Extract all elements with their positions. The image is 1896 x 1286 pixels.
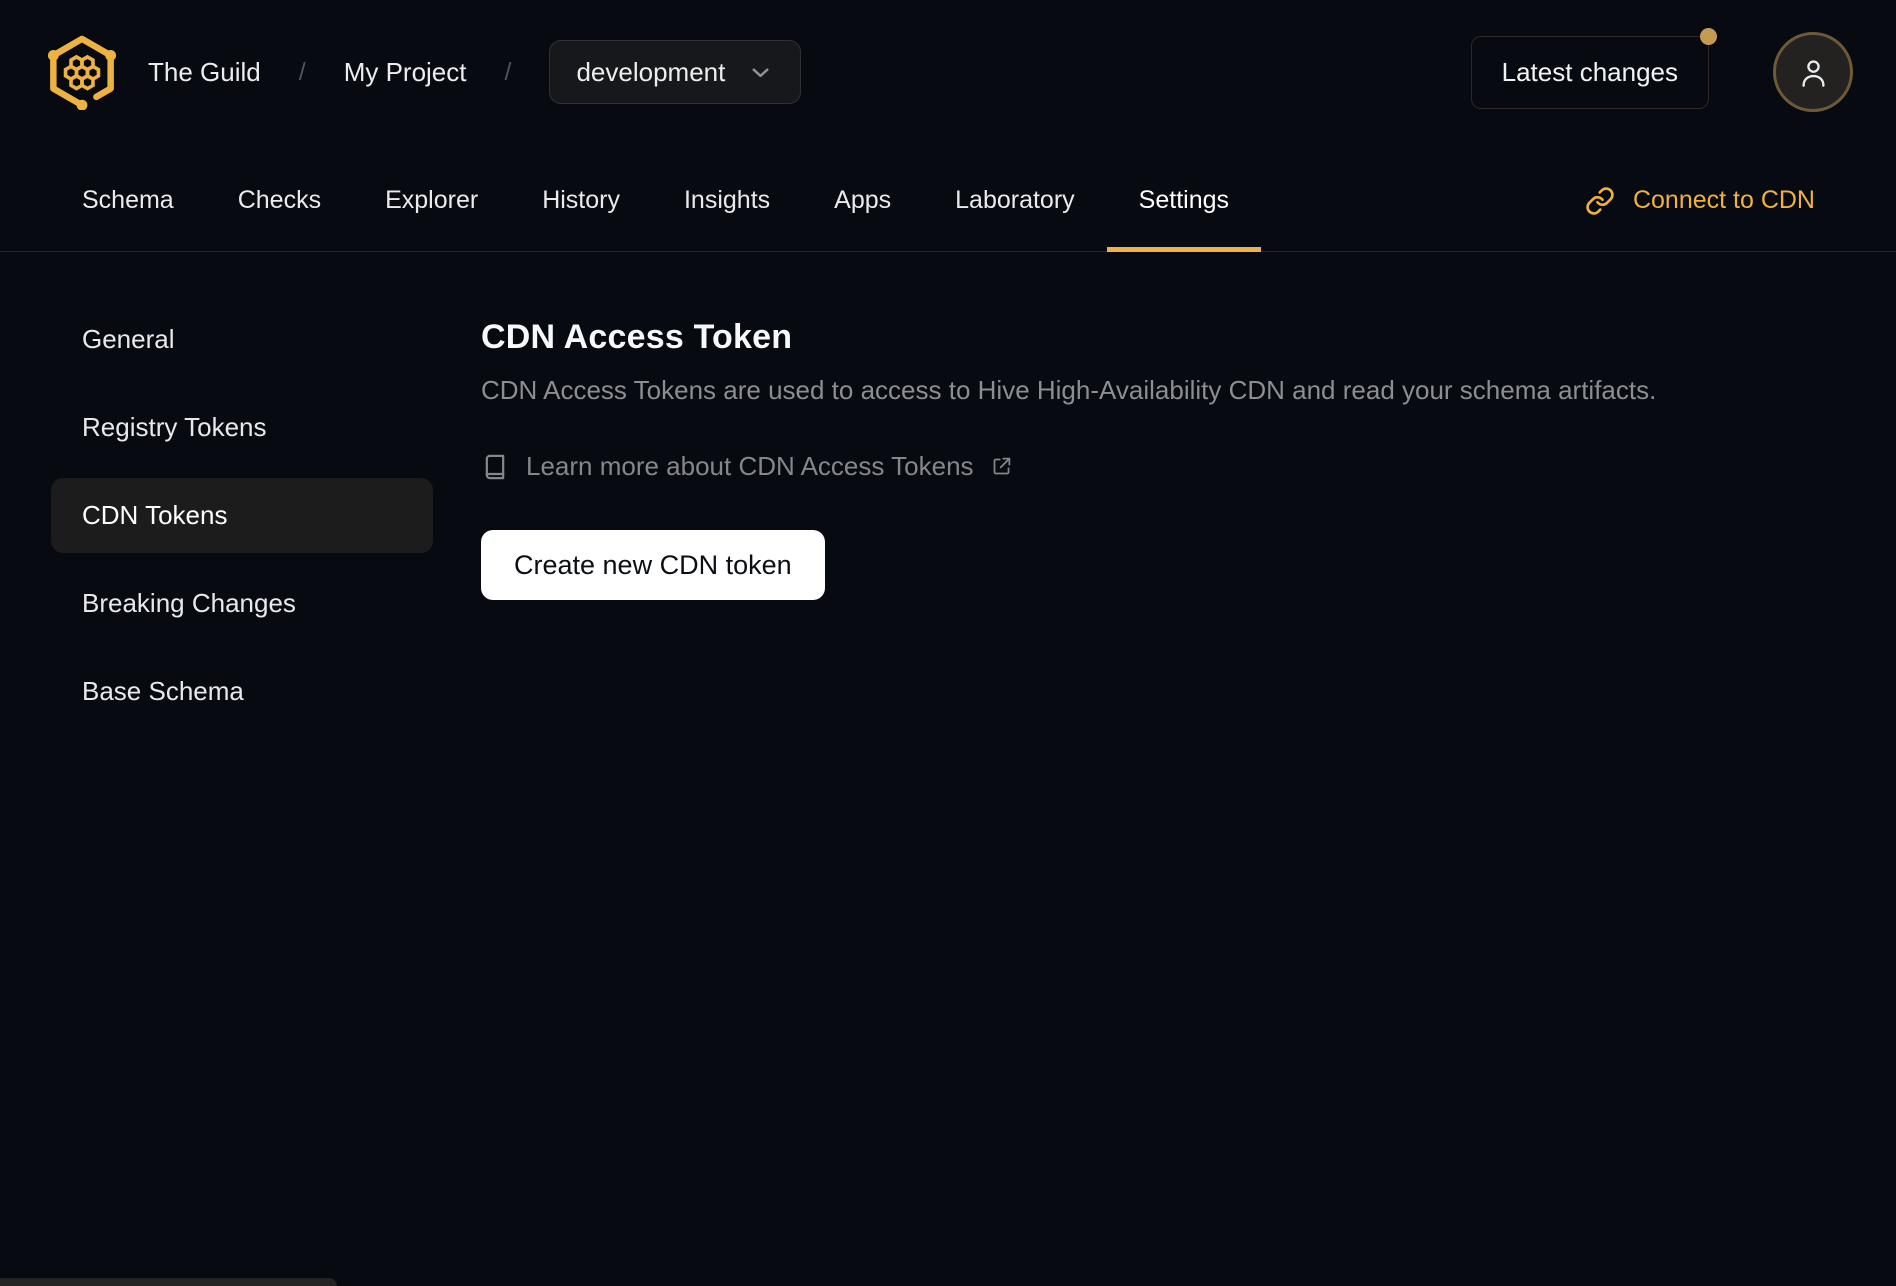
header-right: Latest changes — [1470, 27, 1853, 112]
sidebar-item-breaking-changes[interactable]: Breaking Changes — [51, 566, 433, 641]
app-header: The Guild / My Project / development Lat… — [0, 0, 1896, 130]
breadcrumb-org[interactable]: The Guild — [148, 57, 261, 88]
breadcrumb-separator: / — [298, 57, 306, 86]
honeycomb-logo-icon — [46, 34, 118, 110]
target-tabs-nav: Schema Checks Explorer History Insights … — [0, 130, 1896, 252]
user-avatar[interactable] — [1773, 32, 1853, 112]
tab-checks[interactable]: Checks — [206, 150, 353, 251]
tab-apps[interactable]: Apps — [802, 150, 923, 251]
create-cdn-token-button[interactable]: Create new CDN token — [481, 530, 825, 600]
tab-schema[interactable]: Schema — [50, 150, 206, 251]
breadcrumb-project[interactable]: My Project — [344, 57, 467, 88]
tab-explorer[interactable]: Explorer — [353, 150, 510, 251]
tab-insights[interactable]: Insights — [652, 150, 802, 251]
chevron-down-icon — [747, 59, 774, 86]
page-description: CDN Access Tokens are used to access to … — [481, 375, 1657, 405]
breadcrumb-separator: / — [504, 57, 512, 86]
breadcrumb: The Guild / My Project / development — [148, 40, 802, 104]
tab-settings[interactable]: Settings — [1106, 150, 1262, 252]
latest-changes-label: Latest changes — [1501, 56, 1678, 87]
tab-history[interactable]: History — [510, 150, 652, 251]
learn-more-link[interactable]: Learn more about CDN Access Tokens — [481, 451, 1012, 482]
chain-link-icon — [1585, 186, 1615, 216]
learn-more-label: Learn more about CDN Access Tokens — [526, 451, 974, 481]
external-link-icon — [991, 456, 1012, 477]
page-title: CDN Access Token — [481, 318, 793, 356]
sidebar-item-base-schema[interactable]: Base Schema — [51, 654, 433, 729]
sidebar-item-cdn-tokens[interactable]: CDN Tokens — [51, 478, 433, 553]
target-dropdown-value: development — [576, 56, 726, 87]
connect-to-cdn-link[interactable]: Connect to CDN — [1579, 150, 1821, 251]
cdn-token-panel: CDN Access Token CDN Access Tokens are u… — [460, 252, 1696, 742]
sidebar-item-general[interactable]: General — [51, 302, 433, 377]
hive-logo[interactable] — [46, 34, 118, 110]
target-dropdown[interactable]: development — [549, 40, 802, 104]
notification-dot — [1700, 27, 1717, 45]
user-icon — [1795, 54, 1832, 91]
settings-sidebar: General Registry Tokens CDN Tokens Break… — [0, 252, 460, 742]
settings-content: General Registry Tokens CDN Tokens Break… — [0, 252, 1896, 742]
book-icon — [481, 453, 509, 481]
latest-changes-button[interactable]: Latest changes — [1470, 27, 1717, 109]
sidebar-item-registry-tokens[interactable]: Registry Tokens — [51, 390, 433, 465]
tab-laboratory[interactable]: Laboratory — [923, 150, 1107, 251]
connect-to-cdn-label: Connect to CDN — [1632, 186, 1815, 214]
bottom-toast-peek — [0, 1278, 337, 1286]
